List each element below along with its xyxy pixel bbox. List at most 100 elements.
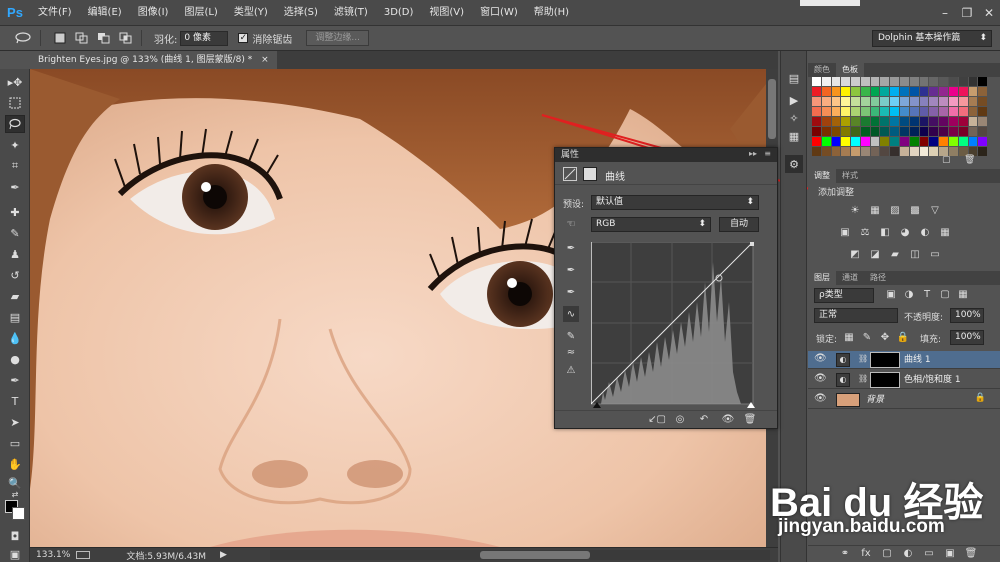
properties-footer-1-icon[interactable]: ◎ [673,413,687,427]
color-swatch[interactable] [939,97,948,106]
tab-layers[interactable]: 图层 [808,271,836,285]
color-swatch[interactable] [870,127,880,136]
color-swatch[interactable] [870,117,880,126]
color-swatch[interactable] [919,107,929,116]
color-swatch[interactable] [851,87,860,96]
color-swatch[interactable] [948,137,958,146]
adjustment-icons_row2-1-icon[interactable]: ⚖ [858,227,872,239]
color-swatch[interactable] [900,87,909,96]
color-swatch[interactable] [978,77,988,86]
tab-paths[interactable]: 路径 [864,271,892,285]
color-swatch[interactable] [929,77,939,86]
adjustment-icons_row2-0-icon[interactable]: ▣ [838,227,852,239]
menu-item-1[interactable]: 编辑(E) [80,0,130,26]
color-swatch[interactable] [870,147,880,156]
visibility-eye-icon[interactable]: 👁 [814,373,827,384]
color-swatch[interactable] [939,87,948,96]
adjustment-icons_row2-5-icon[interactable]: ▦ [938,227,952,239]
color-swatch[interactable] [919,77,929,86]
color-swatch[interactable] [978,87,988,96]
properties-panel-icon[interactable]: ⚙ [785,155,803,173]
color-swatch[interactable] [939,77,948,86]
color-swatch[interactable] [909,147,919,156]
color-swatch[interactable] [870,97,880,106]
color-swatch[interactable] [958,87,968,96]
color-swatch[interactable] [831,87,841,96]
color-swatch[interactable] [909,137,919,146]
color-swatch[interactable] [968,97,978,106]
color-swatch[interactable] [831,77,841,86]
tab-styles[interactable]: 样式 [836,169,864,183]
menu-item-8[interactable]: 视图(V) [421,0,472,26]
layers-footer-1-icon[interactable]: fx [859,548,873,560]
share-icon[interactable] [76,551,91,559]
new-selection-icon[interactable] [51,30,69,46]
adjustment-icons_row1-2-icon[interactable]: ▨ [888,205,902,217]
adjustment-layer-icon[interactable]: ◐ [836,353,850,367]
color-swatch[interactable] [919,137,929,146]
pen-tool-icon[interactable]: ✒ [5,371,25,389]
menu-item-7[interactable]: 3D(D) [376,0,422,26]
healing-brush-tool-icon[interactable]: ✚ [5,203,25,221]
histogram-panel-icon[interactable]: ▦ [785,127,803,145]
layers-footer-0-icon[interactable]: ⚭ [838,548,852,560]
color-swatch[interactable] [929,137,939,146]
white-point-eyedropper-icon[interactable]: ✒ [563,284,579,300]
color-swatch[interactable] [900,117,909,126]
color-swatch[interactable] [841,127,851,136]
color-swatch[interactable] [948,117,958,126]
panel-menu-icon[interactable]: ≡ [764,149,771,158]
color-swatch[interactable] [890,87,900,96]
adjustment-icons_row1-1-icon[interactable]: ▦ [868,205,882,217]
color-swatch[interactable] [851,127,860,136]
color-swatch[interactable] [958,107,968,116]
color-swatch[interactable] [860,147,870,156]
color-swatch[interactable] [948,87,958,96]
layers-footer-3-icon[interactable]: ◐ [901,548,915,560]
clipping-warning-icon[interactable]: ⚠ [563,362,579,378]
color-swatch[interactable] [958,97,968,106]
color-swatch[interactable] [821,147,831,156]
zoom-level[interactable]: 133.1% [36,550,70,560]
marquee-tool-icon[interactable] [5,94,25,112]
color-swatch[interactable] [812,137,821,146]
color-swatch[interactable] [812,127,821,136]
antialias-checkbox[interactable]: ✓ [238,33,249,43]
color-swatch[interactable] [909,127,919,136]
menu-item-5[interactable]: 选择(S) [276,0,326,26]
intersect-selection-icon[interactable] [117,30,135,46]
close-button[interactable]: ✕ [978,4,1000,22]
color-swatch[interactable] [851,77,860,86]
properties-footer-3-icon[interactable]: 👁 [721,413,735,427]
color-swatch[interactable] [900,127,909,136]
status-menu-arrow-icon[interactable]: ▶ [220,550,227,560]
curve-edit-icon[interactable]: ∿ [563,306,579,322]
menu-item-10[interactable]: 帮助(H) [526,0,577,26]
color-swatch[interactable] [841,97,851,106]
color-swatch[interactable] [841,117,851,126]
color-swatch[interactable] [860,77,870,86]
color-swatch[interactable] [880,147,890,156]
color-swatch[interactable] [831,107,841,116]
color-swatch[interactable] [841,87,851,96]
color-swatch[interactable] [831,117,841,126]
adjustment-icons_row3-0-icon[interactable]: ◩ [848,249,862,261]
color-swatch[interactable] [919,87,929,96]
color-swatch[interactable] [890,97,900,106]
color-swatch[interactable] [978,127,988,136]
color-swatch[interactable] [948,107,958,116]
menu-item-0[interactable]: 文件(F) [30,0,80,26]
color-swatch[interactable] [909,107,919,116]
color-swatch[interactable] [948,97,958,106]
layer-image-thumbnail[interactable] [836,393,860,407]
color-swatch[interactable] [929,147,939,156]
history-brush-tool-icon[interactable]: ↺ [5,266,25,284]
shape-tool-icon[interactable]: ▭ [5,434,25,452]
color-swatch[interactable] [968,87,978,96]
color-swatch[interactable] [870,137,880,146]
color-swatch[interactable] [821,77,831,86]
color-swatch[interactable] [841,77,851,86]
mask-icon[interactable] [583,167,597,181]
tab-adjustments[interactable]: 调整 [808,169,836,183]
layer-filter-0-icon[interactable]: ▣ [884,289,898,301]
